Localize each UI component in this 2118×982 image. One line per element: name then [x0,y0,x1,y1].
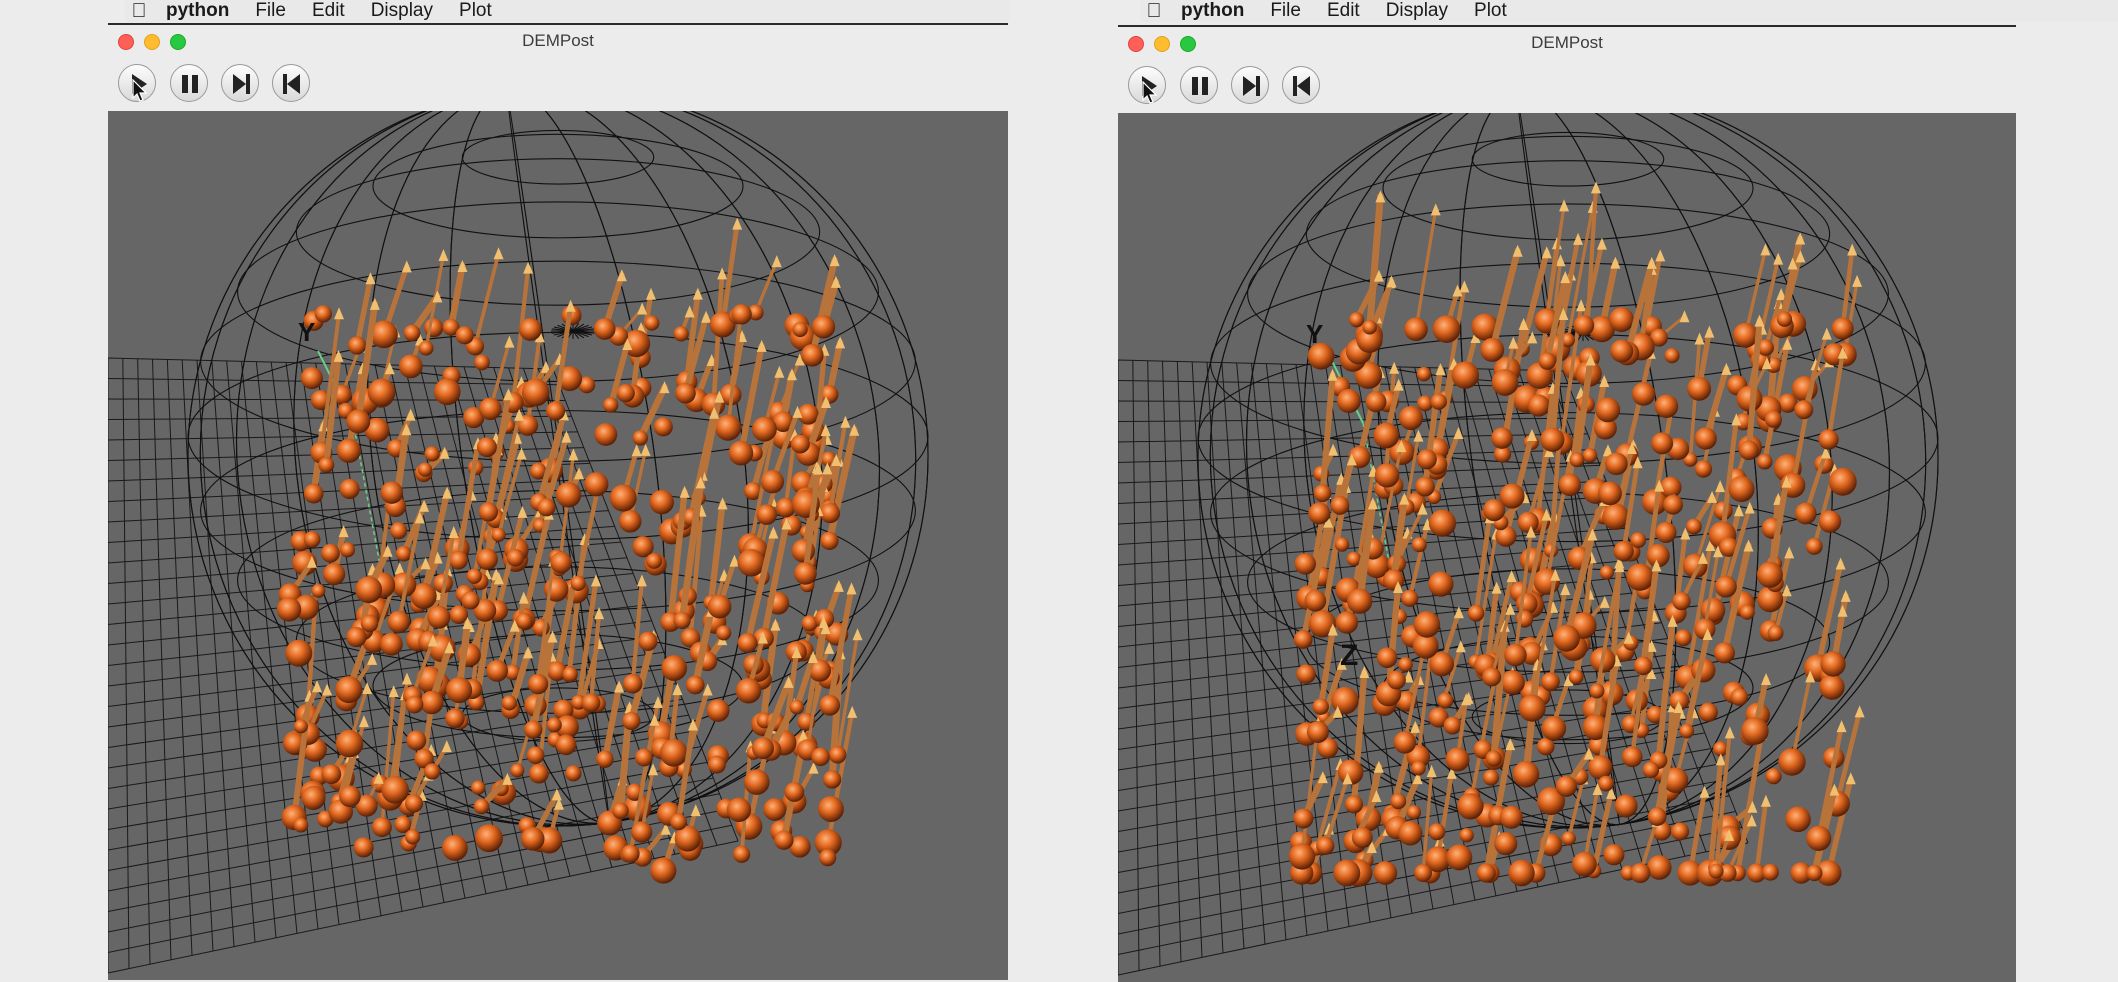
menu-file[interactable]: File [1257,0,1314,22]
menubar:  python File Edit Display Plot [125,0,1010,22]
step-back-button[interactable] [272,64,310,102]
step-forward-icon [233,74,250,94]
playback-toolbar [1118,61,2016,111]
menu-edit[interactable]: Edit [1314,0,1373,22]
mouse-cursor-icon [1142,81,1158,104]
step-back-icon [1293,76,1310,96]
pause-button[interactable] [170,64,208,102]
scene-geometry [1118,113,1939,976]
dempost-window: DEMPost Y [108,23,1008,980]
step-forward-icon [1243,76,1260,96]
right-screen:  python File Edit Display Plot DEMPost [1010,0,2118,982]
menu-edit[interactable]: Edit [299,0,358,22]
menu-app-name[interactable]: python [153,0,242,22]
pause-button[interactable] [1180,66,1218,104]
apple-icon[interactable]:  [125,0,153,23]
dem-scene-canvas[interactable]: Y [108,111,1008,980]
menu-app-name[interactable]: python [1168,0,1257,22]
window-title: DEMPost [1531,33,1603,52]
dem-scene-canvas[interactable]: Y Z [1118,113,2016,980]
scene-geometry [108,111,929,974]
step-forward-button[interactable] [221,64,259,102]
apple-icon[interactable]:  [1140,0,1168,23]
window-titlebar[interactable]: DEMPost [1118,27,2016,61]
menu-plot[interactable]: Plot [446,0,505,22]
window-titlebar[interactable]: DEMPost [108,25,1008,59]
pause-icon [182,75,198,93]
step-back-button[interactable] [1282,66,1320,104]
menu-plot[interactable]: Plot [1461,0,1520,22]
menu-file[interactable]: File [242,0,299,22]
menu-display[interactable]: Display [1373,0,1461,22]
window-title: DEMPost [522,31,594,50]
step-back-icon [283,74,300,94]
dempost-window: DEMPost Y Z [1118,25,2016,982]
3d-viewport[interactable]: Y [108,111,1008,980]
axis-label-y: Y [1306,319,1323,349]
step-forward-button[interactable] [1231,66,1269,104]
left-screen:  python File Edit Display Plot DEMPost [0,0,1010,980]
axis-label-z: Z [1340,639,1358,672]
axis-label-y: Y [298,317,315,347]
3d-viewport[interactable]: Y Z [1118,113,2016,982]
menubar:  python File Edit Display Plot [1140,0,2118,22]
mouse-cursor-icon [132,79,148,102]
playback-toolbar [108,59,1008,109]
menu-display[interactable]: Display [358,0,446,22]
pause-icon [1192,77,1208,95]
